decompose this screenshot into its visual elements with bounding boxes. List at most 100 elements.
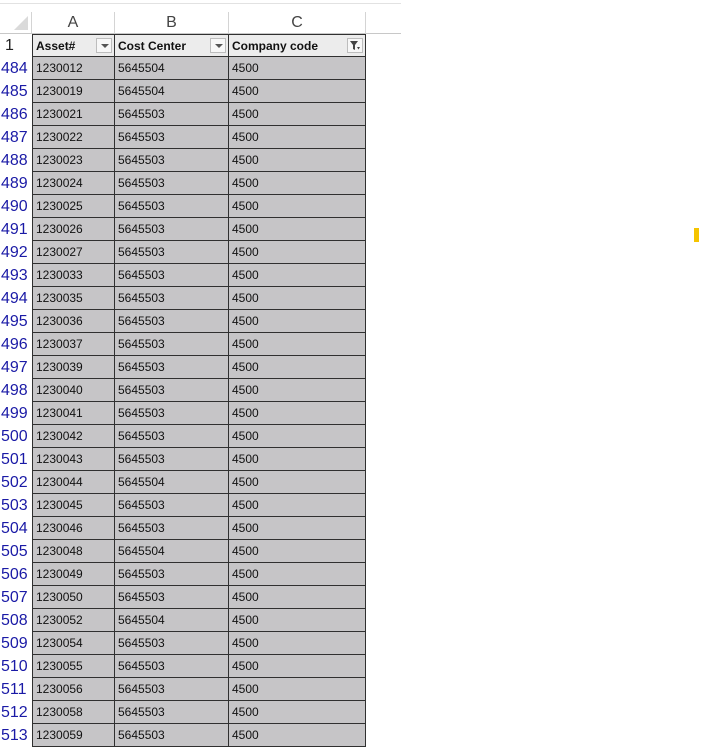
row-number[interactable]: 512 (0, 701, 32, 724)
column-header-b[interactable]: B (115, 12, 229, 34)
row-number[interactable]: 497 (0, 356, 32, 379)
cell-cost-center[interactable]: 5645503 (115, 218, 229, 241)
cell-company-code[interactable]: 4500 (229, 149, 366, 172)
row-number[interactable]: 503 (0, 494, 32, 517)
cell-asset[interactable]: 1230056 (32, 678, 115, 701)
row-number[interactable]: 485 (0, 80, 32, 103)
row-number[interactable]: 486 (0, 103, 32, 126)
cell-asset[interactable]: 1230024 (32, 172, 115, 195)
cell-asset[interactable]: 1230045 (32, 494, 115, 517)
select-all-corner[interactable] (0, 12, 32, 34)
cell-cost-center[interactable]: 5645503 (115, 494, 229, 517)
column-header-c[interactable]: C (229, 12, 366, 34)
cell-asset[interactable]: 1230043 (32, 448, 115, 471)
row-number[interactable]: 487 (0, 126, 32, 149)
cell-asset[interactable]: 1230033 (32, 264, 115, 287)
row-number[interactable]: 499 (0, 402, 32, 425)
cell-asset[interactable]: 1230023 (32, 149, 115, 172)
column-header-d[interactable] (366, 12, 401, 34)
cell-cost-center[interactable]: 5645503 (115, 632, 229, 655)
cell-company-code[interactable]: 4500 (229, 494, 366, 517)
cell-company-code[interactable]: 4500 (229, 701, 366, 724)
cell-asset[interactable]: 1230035 (32, 287, 115, 310)
cell-company-code[interactable]: 4500 (229, 103, 366, 126)
cell-company-code[interactable]: 4500 (229, 241, 366, 264)
cell-company-code[interactable]: 4500 (229, 655, 366, 678)
cell-cost-center[interactable]: 5645504 (115, 471, 229, 494)
cell-asset[interactable]: 1230046 (32, 517, 115, 540)
row-number[interactable]: 508 (0, 609, 32, 632)
cell-company-code[interactable]: 4500 (229, 287, 366, 310)
cell-company-code[interactable]: 4500 (229, 563, 366, 586)
cell-cost-center[interactable]: 5645503 (115, 103, 229, 126)
cell-cost-center[interactable]: 5645504 (115, 609, 229, 632)
header-company-code[interactable]: Company code (229, 34, 366, 57)
cell-asset[interactable]: 1230054 (32, 632, 115, 655)
cell-asset[interactable]: 1230027 (32, 241, 115, 264)
filter-dropdown-asset[interactable] (96, 38, 112, 53)
cell-cost-center[interactable]: 5645503 (115, 724, 229, 747)
cell-company-code[interactable]: 4500 (229, 333, 366, 356)
cell-cost-center[interactable]: 5645503 (115, 126, 229, 149)
cell-cost-center[interactable]: 5645503 (115, 678, 229, 701)
cell-asset[interactable]: 1230052 (32, 609, 115, 632)
row-number[interactable]: 506 (0, 563, 32, 586)
cell-cost-center[interactable]: 5645503 (115, 563, 229, 586)
row-number[interactable]: 490 (0, 195, 32, 218)
filter-dropdown-cost-center[interactable] (210, 38, 226, 53)
cell-cost-center[interactable]: 5645504 (115, 540, 229, 563)
cell-asset[interactable]: 1230050 (32, 586, 115, 609)
cell-cost-center[interactable]: 5645503 (115, 264, 229, 287)
cell-cost-center[interactable]: 5645503 (115, 402, 229, 425)
cell-cost-center[interactable]: 5645503 (115, 287, 229, 310)
cell-cost-center[interactable]: 5645504 (115, 57, 229, 80)
cell-asset[interactable]: 1230012 (32, 57, 115, 80)
cell-company-code[interactable]: 4500 (229, 356, 366, 379)
row-number[interactable]: 509 (0, 632, 32, 655)
cell-company-code[interactable]: 4500 (229, 632, 366, 655)
row-number[interactable]: 505 (0, 540, 32, 563)
cell-company-code[interactable]: 4500 (229, 517, 366, 540)
header-cost-center[interactable]: Cost Center (115, 34, 229, 57)
cell-asset[interactable]: 1230042 (32, 425, 115, 448)
cell-cost-center[interactable]: 5645503 (115, 586, 229, 609)
row-number[interactable]: 500 (0, 425, 32, 448)
cell-asset[interactable]: 1230036 (32, 310, 115, 333)
row-number[interactable]: 504 (0, 517, 32, 540)
cell-asset[interactable]: 1230022 (32, 126, 115, 149)
cell-cost-center[interactable]: 5645503 (115, 241, 229, 264)
cell-company-code[interactable]: 4500 (229, 264, 366, 287)
cell-company-code[interactable]: 4500 (229, 379, 366, 402)
cell-company-code[interactable]: 4500 (229, 448, 366, 471)
cell-asset[interactable]: 1230040 (32, 379, 115, 402)
cell-company-code[interactable]: 4500 (229, 609, 366, 632)
row-number[interactable]: 492 (0, 241, 32, 264)
cell-company-code[interactable]: 4500 (229, 80, 366, 103)
cell-cost-center[interactable]: 5645503 (115, 379, 229, 402)
header-asset[interactable]: Asset# (32, 34, 115, 57)
cell-company-code[interactable]: 4500 (229, 57, 366, 80)
cell-cost-center[interactable]: 5645503 (115, 701, 229, 724)
cell-cost-center[interactable]: 5645503 (115, 195, 229, 218)
row-number[interactable]: 491 (0, 218, 32, 241)
column-header-a[interactable]: A (32, 12, 115, 34)
cell-asset[interactable]: 1230026 (32, 218, 115, 241)
cell-asset[interactable]: 1230048 (32, 540, 115, 563)
row-number-1[interactable]: 1 (0, 34, 32, 57)
row-number[interactable]: 488 (0, 149, 32, 172)
cell-company-code[interactable]: 4500 (229, 678, 366, 701)
cell-asset[interactable]: 1230059 (32, 724, 115, 747)
cell-cost-center[interactable]: 5645503 (115, 356, 229, 379)
cell-company-code[interactable]: 4500 (229, 195, 366, 218)
cell-cost-center[interactable]: 5645503 (115, 310, 229, 333)
cell-asset[interactable]: 1230021 (32, 103, 115, 126)
cell-company-code[interactable]: 4500 (229, 172, 366, 195)
cell-company-code[interactable]: 4500 (229, 586, 366, 609)
cell-company-code[interactable]: 4500 (229, 402, 366, 425)
row-number[interactable]: 493 (0, 264, 32, 287)
cell-company-code[interactable]: 4500 (229, 126, 366, 149)
cell-company-code[interactable]: 4500 (229, 724, 366, 747)
row-number[interactable]: 502 (0, 471, 32, 494)
cell-cost-center[interactable]: 5645503 (115, 517, 229, 540)
cell-asset[interactable]: 1230058 (32, 701, 115, 724)
